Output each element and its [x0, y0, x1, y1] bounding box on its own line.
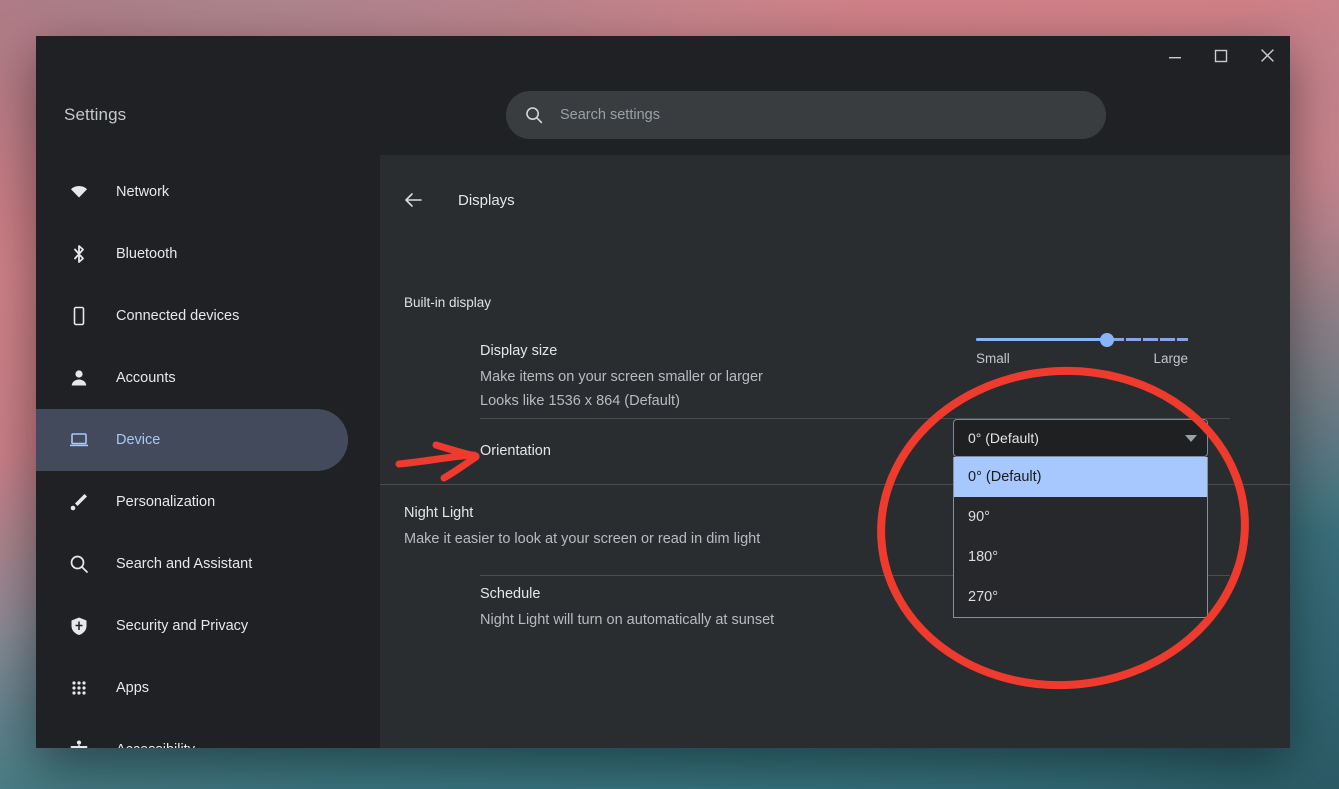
display-size-slider[interactable]: Small Large [976, 332, 1188, 366]
sidebar-item-label: Accessibility [116, 742, 195, 748]
slider-remaining-track [1107, 337, 1188, 342]
brush-icon [68, 491, 90, 513]
app-title: Settings [64, 105, 127, 124]
slider-track[interactable] [976, 332, 1188, 347]
sidebar-item-accounts[interactable]: Accounts [36, 347, 348, 409]
option-label: 0° (Default) [968, 469, 1042, 485]
sidebar-item-apps[interactable]: Apps [36, 657, 348, 719]
display-size-value: Looks like 1536 x 864 (Default) [480, 393, 680, 409]
slider-tick [1175, 337, 1178, 342]
orientation-option-3[interactable]: 270° [954, 577, 1207, 617]
schedule-row: Schedule Night Light will turn on automa… [480, 586, 774, 632]
sidebar-item-accessibility[interactable]: Accessibility [36, 719, 348, 748]
night-light-row: Night Light Make it easier to look at yo… [404, 505, 760, 551]
window-titlebar [36, 36, 1290, 75]
option-label: 180° [968, 549, 998, 565]
orientation-row: Orientation [480, 443, 551, 459]
settings-body: Network Bluetooth Connected devices Acco… [36, 155, 1290, 748]
orientation-option-2[interactable]: 180° [954, 537, 1207, 577]
sidebar-item-bluetooth[interactable]: Bluetooth [36, 223, 348, 285]
search-input[interactable] [560, 107, 1088, 123]
person-icon [68, 367, 90, 389]
orientation-option-1[interactable]: 90° [954, 497, 1207, 537]
sidebar-item-security-privacy[interactable]: Security and Privacy [36, 595, 348, 657]
shield-icon [68, 615, 90, 637]
search-icon [524, 105, 544, 125]
maximize-icon[interactable] [1198, 36, 1244, 75]
sidebar-item-label: Personalization [116, 494, 216, 510]
orientation-options-list[interactable]: 0° (Default) 90° 180° 270° [953, 457, 1208, 618]
slider-max-label: Large [1153, 351, 1188, 366]
sidebar-item-label: Accounts [116, 370, 176, 386]
back-arrow-icon[interactable] [402, 189, 424, 211]
sidebar-item-label: Device [116, 432, 161, 448]
sidebar-item-label: Apps [116, 680, 150, 696]
schedule-label: Schedule [480, 586, 541, 602]
sidebar-item-personalization[interactable]: Personalization [36, 471, 348, 533]
display-size-row: Display size Make items on your screen s… [480, 343, 763, 413]
sidebar-nav: Network Bluetooth Connected devices Acco… [36, 155, 380, 748]
orientation-dropdown[interactable]: 0° (Default) 0° (Default) 90° 180° 270° [953, 419, 1208, 618]
page-title: Displays [458, 191, 515, 209]
sidebar-item-label: Search and Assistant [116, 556, 253, 572]
slider-tick [1124, 337, 1127, 342]
search-bar[interactable] [506, 91, 1106, 139]
orientation-selected-value: 0° (Default) [968, 430, 1039, 446]
option-label: 270° [968, 589, 998, 605]
builtin-display-section-title: Built-in display [404, 295, 492, 310]
slider-tick [1158, 337, 1161, 342]
settings-header: Settings [36, 75, 1290, 155]
night-light-label: Night Light [404, 505, 474, 521]
slider-tick [1141, 337, 1144, 342]
desktop-wallpaper: Settings Network [0, 0, 1339, 789]
display-size-label: Display size [480, 343, 558, 359]
window-controls [1152, 36, 1290, 75]
bluetooth-icon [68, 243, 90, 265]
orientation-option-0[interactable]: 0° (Default) [954, 457, 1207, 497]
close-icon[interactable] [1244, 36, 1290, 75]
page-header: Displays [380, 155, 1290, 221]
slider-fill [976, 338, 1108, 341]
sidebar-item-device[interactable]: Device [36, 409, 348, 471]
settings-window: Settings Network [36, 36, 1290, 748]
slider-min-label: Small [976, 351, 1010, 366]
sidebar-item-search-assistant[interactable]: Search and Assistant [36, 533, 348, 595]
sidebar-item-label: Bluetooth [116, 246, 178, 262]
option-label: 90° [968, 509, 990, 525]
orientation-label: Orientation [480, 443, 551, 459]
sidebar-item-label: Connected devices [116, 308, 240, 324]
search-icon [68, 553, 90, 575]
phone-icon [68, 305, 90, 327]
schedule-description: Night Light will turn on automatically a… [480, 612, 775, 628]
night-light-description: Make it easier to look at your screen or… [404, 531, 761, 547]
accessibility-icon [68, 739, 90, 748]
chevron-down-icon [1185, 434, 1197, 442]
apps-grid-icon [68, 677, 90, 699]
sidebar-item-label: Network [116, 184, 170, 200]
sidebar-item-network[interactable]: Network [36, 161, 348, 223]
display-size-description: Make items on your screen smaller or lar… [480, 369, 763, 385]
laptop-icon [68, 429, 90, 451]
orientation-dropdown-button[interactable]: 0° (Default) [953, 419, 1208, 457]
minimize-icon[interactable] [1152, 36, 1198, 75]
slider-labels: Small Large [976, 351, 1188, 366]
content-panel: Displays Built-in display Display size M… [380, 155, 1290, 748]
sidebar-item-connected-devices[interactable]: Connected devices [36, 285, 348, 347]
sidebar-item-label: Security and Privacy [116, 618, 249, 634]
slider-thumb[interactable] [1100, 332, 1115, 347]
wifi-icon [68, 181, 90, 203]
